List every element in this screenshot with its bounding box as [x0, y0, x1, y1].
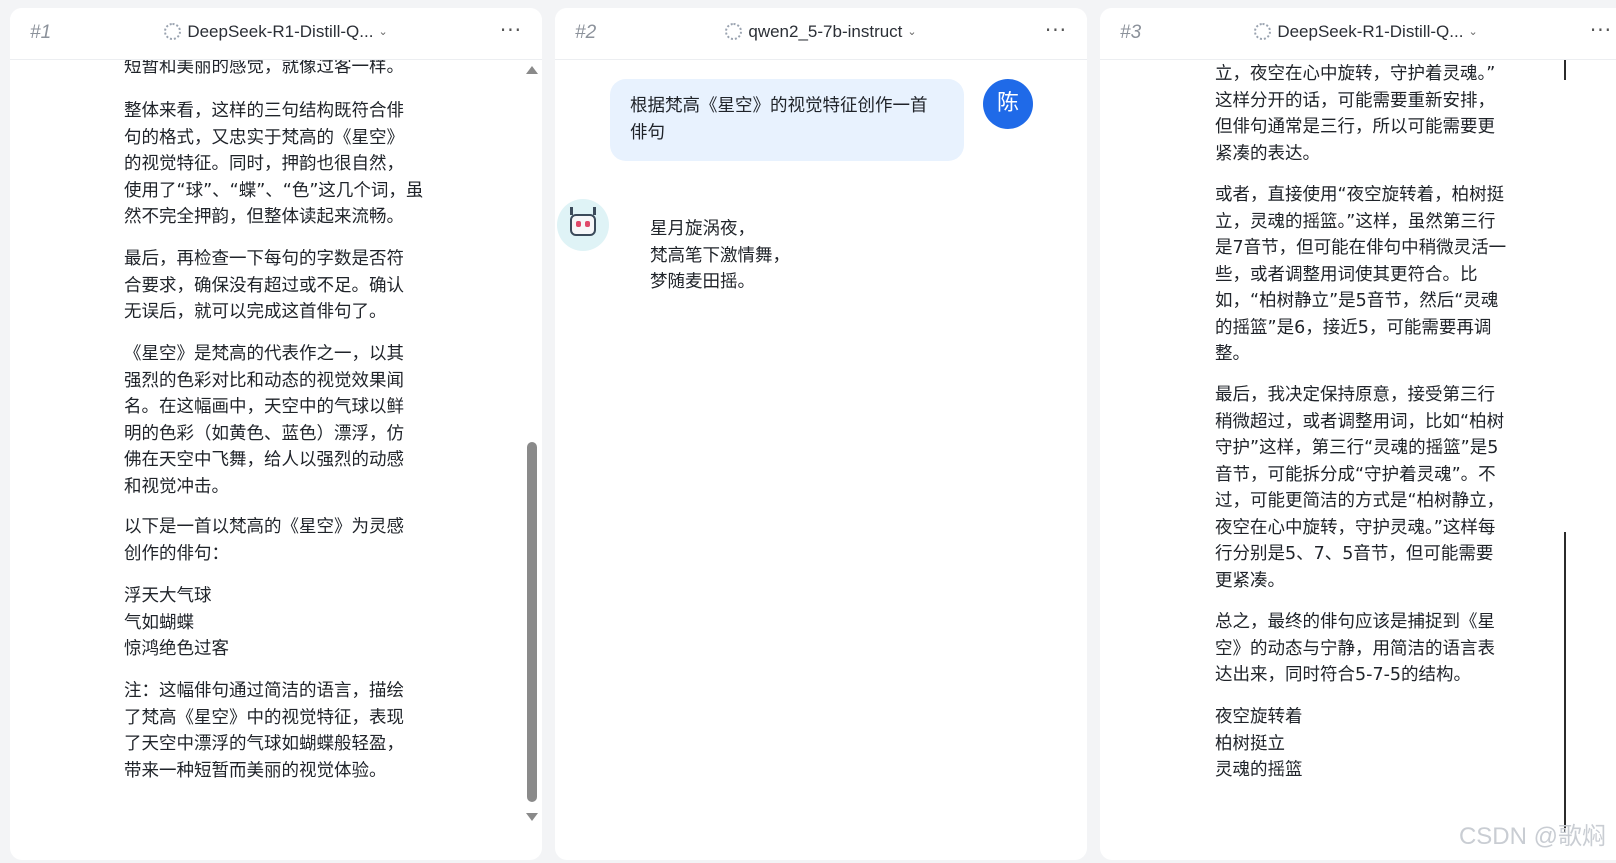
paragraph: 短暂和美丽的感觉，就像过客一样。 — [124, 60, 404, 77]
model-selector-2[interactable]: qwen2_5-7b-instruct ⌄ — [555, 22, 1087, 42]
scrollbar-thumb[interactable] — [527, 442, 537, 802]
paragraph: 总之，最终的俳句应该是捕捉到《星 空》的动态与宁静，用简洁的语言表 达出来，同时… — [1215, 612, 1495, 685]
assistant-reply: 星月旋涡夜， 梵高笔下激情舞， 梦随麦田摇。 — [650, 219, 790, 292]
scroll-down-arrow-icon[interactable] — [526, 813, 538, 821]
more-options-icon[interactable]: ··· — [500, 18, 522, 42]
more-options-icon[interactable]: ··· — [1590, 18, 1612, 42]
chevron-down-icon: ⌄ — [1468, 26, 1478, 38]
model-icon — [725, 23, 743, 40]
model-selector-3[interactable]: DeepSeek-R1-Distill-Q... ⌄ — [1100, 22, 1616, 42]
user-message-bubble: 根据梵高《星空》的视觉特征创作一首 俳句 — [610, 79, 964, 161]
panel-header-3: #3 DeepSeek-R1-Distill-Q... ⌄ ··· — [1100, 8, 1616, 60]
model-icon — [164, 23, 182, 40]
haiku: 夜空旋转着 柏树挺立 灵魂的摇篮 — [1215, 707, 1303, 780]
panel-content-1: 短暂和美丽的感觉，就像过客一样。 整体来看，这样的三句结构既符合俳 句的格式，又… — [10, 60, 542, 860]
model-name-2: qwen2_5-7b-instruct — [748, 22, 903, 41]
model-name-1: DeepSeek-R1-Distill-Q... — [187, 22, 374, 41]
chevron-down-icon: ⌄ — [907, 26, 917, 38]
robot-icon — [570, 214, 596, 236]
watermark: CSDN @歌焖 — [1458, 823, 1606, 850]
paragraph: 整体来看，这样的三句结构既符合俳 句的格式，又忠实于梵高的《星空》 的视觉特征。… — [124, 101, 424, 227]
paragraph: 注：这幅俳句通过简洁的语言，描绘 了梵高《星空》中的视觉特征，表现 了天空中漂浮… — [124, 681, 404, 781]
chevron-down-icon: ⌄ — [378, 26, 388, 38]
panel-content-3: 立，夜空在心中旋转，守护着灵魂。” 这样分开的话，可能需要重新安排， 但俳句通常… — [1100, 60, 1616, 860]
scroll-up-arrow-icon[interactable] — [526, 66, 538, 74]
paragraph: 以下是一首以梵高的《星空》为灵感 创作的俳句： — [124, 517, 404, 564]
model-name-3: DeepSeek-R1-Distill-Q... — [1277, 22, 1464, 41]
model-selector-1[interactable]: DeepSeek-R1-Distill-Q... ⌄ — [10, 22, 542, 42]
chat-panel-1: #1 DeepSeek-R1-Distill-Q... ⌄ ··· 短暂和美丽的感… — [10, 8, 542, 860]
model-icon — [1254, 23, 1272, 40]
paragraph: 最后，再检查一下每句的字数是否符 合要求，确保没有超过或不足。确认 无误后，就可… — [124, 249, 404, 322]
chat-panel-3: #3 DeepSeek-R1-Distill-Q... ⌄ ··· 立，夜空在心中… — [1100, 8, 1616, 860]
paragraph: 立，夜空在心中旋转，守护着灵魂。” 这样分开的话，可能需要重新安排， 但俳句通常… — [1215, 64, 1496, 164]
paragraph: 或者，直接使用“夜空旋转着，柏树挺 立，灵魂的摇篮。”这样，虽然第三行 是7音节… — [1215, 185, 1507, 364]
robot-antenna-icon — [593, 207, 596, 215]
scrollbar-thumb[interactable] — [1564, 532, 1566, 832]
panel-header-1: #1 DeepSeek-R1-Distill-Q... ⌄ ··· — [10, 8, 542, 60]
paragraph: 最后，我决定保持原意，接受第三行 稍微超过，或者调整用词，比如“柏树 守护”这样… — [1215, 385, 1505, 591]
scrollbar-marker[interactable] — [1564, 60, 1566, 80]
paragraph: 《星空》是梵高的代表作之一，以其 强烈的色彩对比和动态的视觉效果闻 名。在这幅画… — [124, 344, 404, 497]
user-avatar: 陈 — [983, 79, 1033, 129]
panel-header-2: #2 qwen2_5-7b-instruct ⌄ ··· — [555, 8, 1087, 60]
bot-avatar — [557, 199, 609, 251]
haiku: 浮天大气球 气如蝴蝶 惊鸿绝色过客 — [124, 586, 229, 659]
more-options-icon[interactable]: ··· — [1045, 18, 1067, 42]
